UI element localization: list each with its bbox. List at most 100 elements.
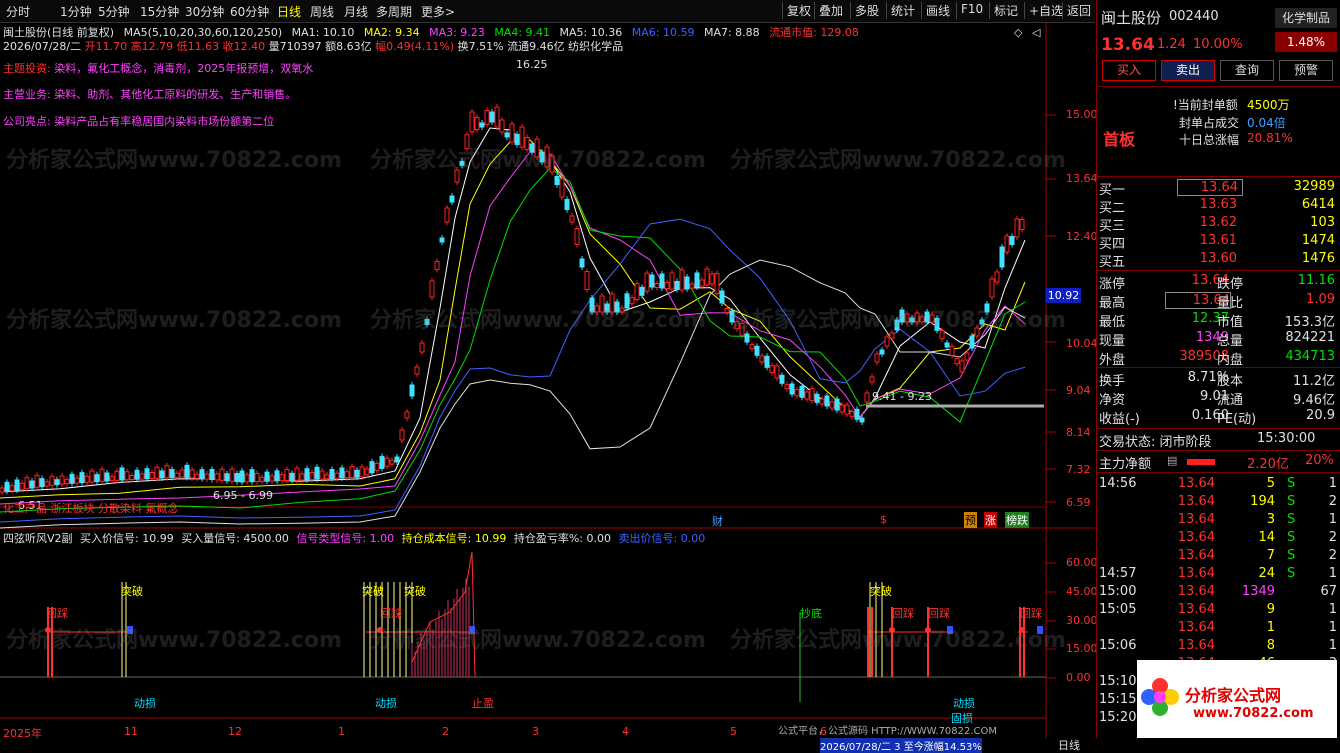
alert-button[interactable]: 预警 [1279, 60, 1333, 81]
main-flow-value: 2.20亿 [1247, 457, 1289, 472]
tick-row: 13.64 3 S 1 [1097, 511, 1340, 529]
tick-row: 14:56 13.64 5 S 1 [1097, 475, 1340, 493]
bar-range: 幅0.49(4.11%) [375, 40, 455, 53]
period-tab-active[interactable]: 日线 [277, 3, 301, 20]
seal-ratio-label: 封单占成交 [1179, 116, 1240, 130]
back-button[interactable]: 返回 [1062, 2, 1091, 19]
adjust-button[interactable]: 复权 [782, 2, 811, 19]
cursor-date-tag: 2026/07/28/二 3 至今涨幅14.53% [820, 738, 982, 753]
candle-body [504, 132, 510, 138]
divider [1097, 450, 1340, 451]
dynamic-stop-label: 动损 [134, 697, 156, 710]
divider [1097, 428, 1340, 429]
period-tab[interactable]: 15分钟 [140, 3, 179, 20]
dollar-marker[interactable]: $ [880, 513, 887, 526]
order-book-row[interactable]: 买二 13.63 6414 [1097, 196, 1340, 216]
signal-marker [469, 626, 475, 634]
f10-button[interactable]: F10 [956, 2, 983, 19]
add-watchlist-button[interactable]: +自选 [1024, 2, 1063, 19]
rank-tag[interactable]: 榜跌 [1005, 512, 1029, 528]
order-book-row[interactable]: 买三 13.62 103 [1097, 214, 1340, 234]
overlay-button[interactable]: 叠加 [814, 2, 843, 19]
candle-body [399, 429, 405, 441]
candle-body [304, 468, 310, 481]
hold-cost-signal: 持仓成本信号: 10.99 [401, 532, 507, 545]
order-book-row[interactable]: 买四 13.61 1474 [1097, 232, 1340, 252]
indicator-tick: 60.00 [1066, 556, 1098, 569]
order-book-row[interactable]: 买一 13.64 32989 [1097, 178, 1340, 198]
stats-row: 最高 13.64 量比 1.09 [1097, 291, 1340, 311]
query-button[interactable]: 查询 [1220, 60, 1274, 81]
tick-side: S [1287, 530, 1296, 545]
multi-stock-button[interactable]: 多股 [850, 2, 879, 19]
candle-body [1019, 219, 1025, 230]
main-flow-bar [1187, 459, 1215, 465]
candle-body [279, 474, 285, 482]
candle-body [219, 468, 225, 481]
tick-price: 13.64 [1177, 530, 1215, 545]
expand-icon[interactable]: ◁ [1032, 26, 1040, 39]
stat-value: 153.3亿 [1284, 315, 1335, 330]
more-periods[interactable]: 更多> [421, 3, 455, 20]
tick-price: 13.64 [1177, 476, 1215, 491]
diamond-icon[interactable]: ◇ [1014, 26, 1022, 39]
candle-body [744, 333, 750, 343]
period-tab[interactable]: 月线 [344, 3, 368, 20]
indicator-name[interactable]: 四弦听风V2副 [3, 532, 73, 545]
signal-marker [947, 626, 953, 634]
chart-area[interactable]: 闽土股份(日线 前复权) MA5(5,10,20,30,60,120,250) … [0, 22, 1098, 753]
candle-body [654, 283, 660, 288]
draw-line-button[interactable]: 画线 [921, 2, 950, 19]
industry-pct: 1.48% [1275, 32, 1337, 52]
bid-volume: 1476 [1301, 251, 1335, 266]
list-icon[interactable]: ▤ [1167, 454, 1177, 467]
tick-count: 2 [1328, 530, 1337, 545]
candle-body [389, 459, 395, 465]
candle-body [44, 481, 50, 487]
period-tab[interactable]: 30分钟 [185, 3, 224, 20]
tick-row: 13.64 1 1 [1097, 619, 1340, 637]
candle-body [899, 309, 905, 323]
rise-tag[interactable]: 涨 [984, 512, 997, 528]
period-tab[interactable]: 分时 [6, 3, 30, 20]
buy-button[interactable]: 买入 [1102, 60, 1156, 81]
forecast-tag[interactable]: 预 [964, 512, 977, 528]
fin-label: 收益(-) [1099, 412, 1140, 427]
period-tab[interactable]: 60分钟 [230, 3, 269, 20]
candle-body [609, 293, 615, 313]
period-tab[interactable]: 5分钟 [98, 3, 130, 20]
period-label: 日线 [1058, 739, 1080, 752]
candle-body [184, 464, 190, 478]
finance-table: 换手 8.71% 股本 11.2亿 净资 9.01 流通 9.46亿 收益(-)… [1097, 369, 1340, 427]
period-tab[interactable]: 多周期 [376, 3, 412, 20]
finance-marker[interactable]: 财 [712, 513, 723, 529]
candle-body [79, 472, 85, 484]
period-tab[interactable]: 周线 [310, 3, 334, 20]
order-book-row[interactable]: 买五 13.60 1476 [1097, 250, 1340, 270]
industry-tag[interactable]: 化学制品 [1275, 8, 1337, 28]
breakout-label: 突破 [362, 585, 384, 598]
stats-button[interactable]: 统计 [886, 2, 915, 19]
candle-body [759, 355, 765, 363]
candle-body [1009, 236, 1015, 245]
kline-chart[interactable] [0, 22, 1095, 738]
candle-body [849, 411, 855, 418]
bid-volume: 1474 [1301, 233, 1335, 248]
candle-body [994, 271, 1000, 283]
fin-label: PE(动) [1217, 412, 1257, 427]
sell-button[interactable]: 卖出 [1161, 60, 1215, 81]
seal-value: 4500万 [1247, 98, 1290, 112]
period-tab[interactable]: 1分钟 [60, 3, 92, 20]
candle-body [374, 463, 380, 472]
candle-body [14, 479, 20, 491]
tick-count: 1 [1328, 512, 1337, 527]
main-flow-pct: 20% [1305, 453, 1334, 468]
candle-body [69, 473, 75, 484]
stat-label: 内盘 [1217, 353, 1244, 368]
candle-body [704, 268, 710, 286]
price-tick: 13.64 [1066, 172, 1098, 185]
candle-body [329, 469, 335, 479]
mark-button[interactable]: 标记 [989, 2, 1018, 19]
candle-body [459, 160, 465, 166]
ten-day-value: 20.81% [1247, 131, 1293, 145]
